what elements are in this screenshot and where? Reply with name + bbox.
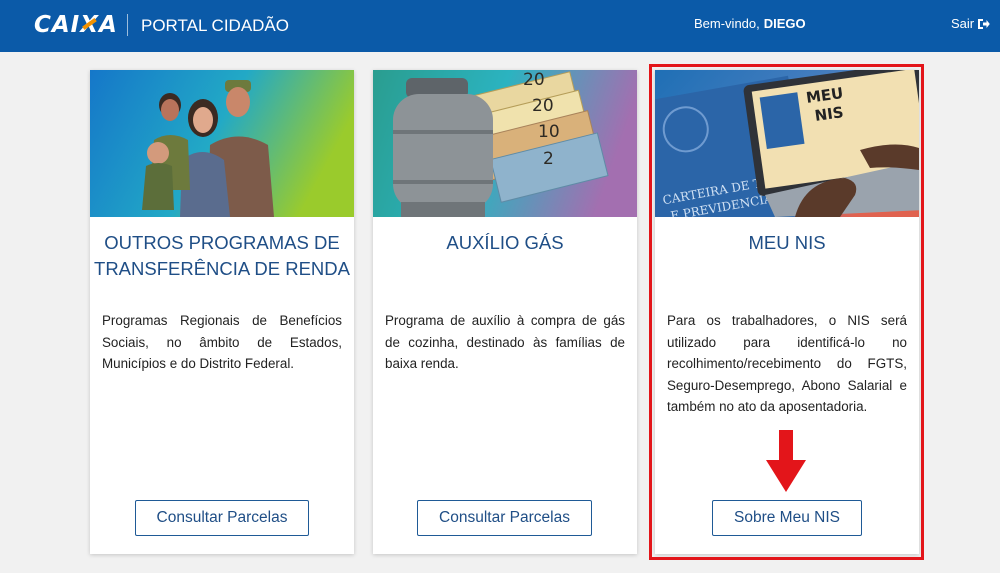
logout-icon	[978, 18, 990, 29]
card-description: Programa de auxílio à compra de gás de c…	[385, 313, 625, 371]
caixa-logo[interactable]: CAIXA	[34, 12, 118, 38]
bill-2: 2	[543, 149, 554, 169]
card-outros-programas: OUTROS PROGRAMAS DE TRANSFERÊNCIA DE REN…	[90, 70, 354, 554]
gas-money-image: 20 20 10 2	[373, 70, 637, 217]
portal-title: PORTAL CIDADÃO	[141, 16, 289, 35]
top-header: CAIXA PORTAL CIDADÃO Bem-vindo, DIEGO Sai…	[0, 0, 1000, 52]
header-divider	[127, 14, 128, 36]
card-description: Programas Regionais de Benefícios Sociai…	[102, 313, 342, 371]
welcome-message: Bem-vindo, DIEGO	[694, 16, 806, 31]
card-title: OUTROS PROGRAMAS DE TRANSFERÊNCIA DE REN…	[94, 232, 350, 279]
bill-20-b: 20	[532, 96, 554, 116]
consultar-parcelas-button[interactable]: Consultar Parcelas	[135, 500, 309, 536]
card-title: AUXÍLIO GÁS	[446, 232, 564, 253]
logout-label: Sair	[951, 16, 975, 31]
bill-20-a: 20	[523, 70, 545, 90]
welcome-label: Bem-vindo,	[694, 16, 760, 31]
bill-10: 10	[538, 122, 560, 142]
family-image	[90, 70, 354, 217]
consultar-parcelas-button[interactable]: Consultar Parcelas	[417, 500, 592, 536]
logout-button[interactable]: Sair	[951, 16, 990, 31]
card-auxilio-gas: 20 20 10 2 AUXÍLIO GÁS Programa de auxíl…	[373, 70, 637, 554]
user-name: DIEGO	[763, 16, 806, 31]
arrow-down-icon	[766, 430, 806, 492]
